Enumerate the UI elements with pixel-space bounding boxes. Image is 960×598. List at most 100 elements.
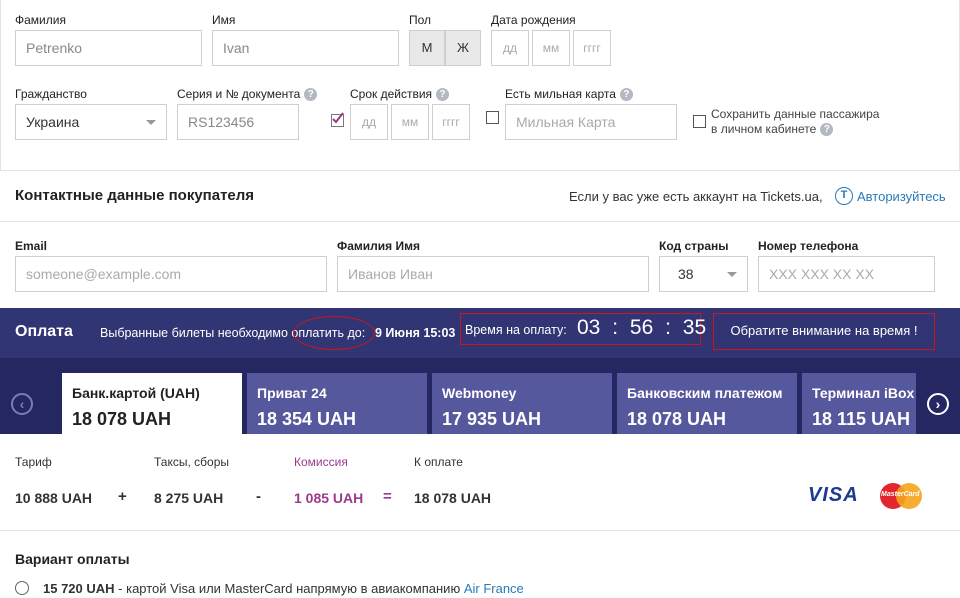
tab-label: Webmoney — [442, 385, 517, 401]
validity-month-input[interactable]: мм — [391, 104, 429, 140]
country-code-value: 38 — [678, 266, 694, 282]
email-input[interactable]: someone@example.com — [15, 256, 327, 292]
birth-month-input[interactable]: мм — [532, 30, 570, 66]
phone-label: Номер телефона — [758, 239, 859, 253]
payment-title: Оплата — [15, 323, 73, 340]
tab-price: 18 078 UAH — [72, 409, 172, 429]
tab-label: Терминал iBox — [812, 385, 915, 401]
check-icon — [332, 112, 344, 124]
minus-sign: - — [256, 488, 261, 505]
account-text: Если у вас уже есть аккаунт на Tickets.u… — [569, 189, 823, 204]
help-icon[interactable]: ? — [304, 88, 318, 102]
divider — [0, 221, 960, 222]
surname-input[interactable]: Petrenko — [15, 30, 202, 66]
tabs-prev-button[interactable]: ‹ — [0, 373, 44, 434]
tab-bank-card[interactable]: Банк.картой (UAH) 18 078 UAH — [62, 373, 242, 434]
total-value: 18 078 UAH — [414, 490, 492, 506]
citizenship-select[interactable]: Украина — [15, 104, 167, 140]
variant-text: - картой Visa или MasterCard напрямую в … — [114, 581, 464, 596]
tariff-label: Тариф — [15, 455, 52, 469]
fullname-input[interactable]: Иванов Иван — [337, 256, 649, 292]
mastercard-logo: MasterCard — [880, 483, 922, 509]
tab-bank-transfer[interactable]: Банковским платежом 18 078 UAH — [617, 373, 797, 434]
taxes-label: Таксы, сборы — [154, 455, 229, 469]
tab-price: 18 115 UAH — [812, 409, 911, 429]
contact-title: Контактные данные покупателя — [15, 187, 255, 204]
tab-label: Банк.картой (UAH) — [72, 385, 200, 401]
payment-tabs: ‹ Банк.картой (UAH) 18 078 UAH Приват 24… — [0, 358, 960, 434]
mastercard-text: MasterCard — [881, 491, 920, 498]
tab-label: Банковским платежом — [627, 385, 783, 401]
timer-hours: 03 — [577, 316, 601, 339]
email-label: Email — [15, 239, 48, 253]
validity-day-input[interactable]: дд — [350, 104, 388, 140]
payment-bar: Оплата Выбранные билеты необходимо оплат… — [0, 308, 960, 358]
equals-sign: = — [383, 488, 392, 505]
login-icon[interactable]: T — [835, 187, 853, 205]
country-code-label: Код страны — [659, 239, 729, 253]
highlight-ellipse — [293, 316, 375, 350]
attention-box: Обратите внимание на время ! — [713, 313, 935, 350]
timer-separator: : — [665, 316, 671, 339]
chevron-left-icon: ‹ — [11, 393, 33, 415]
tariff-value: 10 888 UAH — [15, 490, 93, 506]
commission-label: Комиссия — [294, 455, 348, 469]
tabs-next-button[interactable]: › — [916, 373, 960, 434]
gender-male-button[interactable]: М — [409, 30, 445, 66]
login-link[interactable]: Авторизуйтесь — [857, 189, 946, 204]
tab-privat24[interactable]: Приват 24 18 354 UAH — [247, 373, 427, 434]
save-passenger-line1: Сохранить данные пассажира — [711, 107, 880, 121]
total-label: К оплате — [414, 455, 463, 469]
tab-terminal-ibox[interactable]: Терминал iBox 18 115 UAH — [802, 373, 916, 434]
validity-year-input[interactable]: гггг — [432, 104, 470, 140]
chevron-down-icon — [727, 272, 737, 277]
save-passenger-label: Сохранить данные пассажира в личном каби… — [711, 107, 879, 137]
variant-radio[interactable] — [15, 581, 29, 595]
timer-seconds: 35 — [682, 316, 707, 339]
birthdate-label: Дата рождения — [491, 13, 576, 27]
gender-label: Пол — [409, 13, 432, 27]
chevron-down-icon — [146, 120, 156, 125]
variant-title: Вариант оплаты — [15, 551, 130, 567]
divider — [0, 530, 960, 531]
save-passenger-line2: в личном кабинете — [711, 122, 817, 136]
timer-value: 03 : 56 : 35 — [577, 316, 706, 340]
taxes-value: 8 275 UAH — [154, 490, 224, 506]
variant-option[interactable]: 15 720 UAH - картой Visa или MasterCard … — [43, 581, 524, 596]
citizenship-value: Украина — [26, 114, 80, 130]
name-label: Имя — [212, 13, 236, 27]
commission-value: 1 085 UAH — [294, 490, 364, 506]
variant-airline-link[interactable]: Air France — [464, 581, 524, 596]
country-code-select[interactable]: 38 — [659, 256, 748, 292]
tab-webmoney[interactable]: Webmoney 17 935 UAH — [432, 373, 612, 434]
birth-day-input[interactable]: дд — [491, 30, 529, 66]
tab-price: 17 935 UAH — [442, 409, 542, 429]
payment-deadline: 9 Июня 15:03 — [375, 326, 456, 340]
help-icon[interactable]: ? — [436, 88, 450, 102]
citizenship-label: Гражданство — [15, 87, 87, 101]
help-icon[interactable]: ? — [820, 123, 834, 137]
mileage-label: Есть мильная карта? — [505, 87, 633, 102]
timer-minutes: 56 — [629, 316, 654, 339]
document-label: Серия и № документа? — [177, 87, 318, 102]
mileage-card-input[interactable]: Мильная Карта — [505, 104, 677, 140]
timer-label: Время на оплату: — [465, 323, 567, 337]
fullname-label: Фамилия Имя — [337, 239, 421, 253]
variant-price: 15 720 UAH — [43, 581, 115, 596]
birth-year-input[interactable]: гггг — [573, 30, 611, 66]
gender-female-button[interactable]: Ж — [445, 30, 481, 66]
name-input[interactable]: Ivan — [212, 30, 399, 66]
help-icon[interactable]: ? — [619, 88, 633, 102]
mileage-checkbox[interactable] — [486, 111, 499, 124]
divider — [0, 170, 960, 171]
save-passenger-checkbox[interactable] — [693, 115, 706, 128]
validity-checkbox[interactable] — [331, 112, 344, 127]
timer-separator: : — [612, 316, 619, 339]
phone-input[interactable]: XXX XXX XX XX — [758, 256, 935, 292]
validity-label: Срок действия? — [350, 87, 450, 102]
document-input[interactable]: RS123456 — [177, 104, 299, 140]
validity-label-text: Срок действия — [350, 87, 433, 101]
timer-box: Время на оплату: 03 : 56 : 35 — [460, 313, 706, 345]
tab-price: 18 078 UAH — [627, 409, 727, 429]
surname-label: Фамилия — [15, 13, 66, 27]
